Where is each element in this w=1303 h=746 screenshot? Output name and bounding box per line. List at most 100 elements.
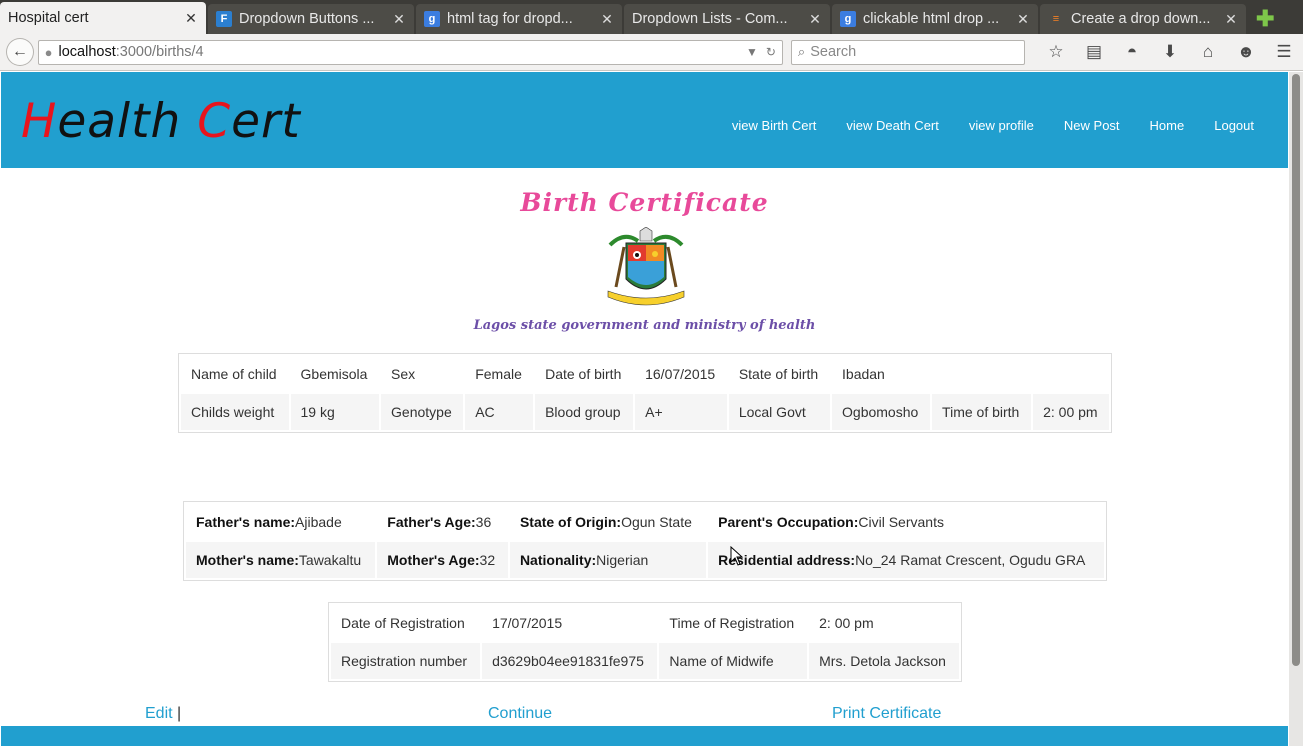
table-row: Mother's name:Tawakaltu Mother's Age:32 … bbox=[186, 542, 1104, 578]
nav-view-profile[interactable]: view profile bbox=[969, 118, 1034, 133]
print-certificate-link[interactable]: Print Certificate bbox=[832, 705, 941, 722]
url-host: localhost bbox=[58, 44, 116, 60]
table-cell: Mother's name:Tawakaltu bbox=[186, 542, 376, 578]
browser-tab[interactable]: Dropdown Lists - Com... ✕ bbox=[624, 4, 830, 34]
cell-value: 2: 00 pm bbox=[1033, 394, 1109, 430]
nav-view-death-cert[interactable]: view Death Cert bbox=[846, 118, 938, 133]
tab-title: Dropdown Buttons ... bbox=[239, 11, 375, 27]
nav-view-birth-cert[interactable]: view Birth Cert bbox=[732, 118, 817, 133]
google-icon: g bbox=[840, 11, 856, 27]
dropdown-arrow-icon[interactable]: ▼ bbox=[746, 45, 758, 59]
mouse-cursor-icon bbox=[730, 546, 744, 566]
registration-details-table: Date of Registration 17/07/2015 Time of … bbox=[328, 602, 962, 682]
nav-home[interactable]: Home bbox=[1150, 118, 1185, 133]
site-footer bbox=[1, 726, 1288, 746]
cell-value: 2: 00 pm bbox=[819, 615, 874, 631]
edit-link[interactable]: Edit bbox=[145, 705, 173, 722]
cell-value: Ibadan bbox=[842, 366, 885, 382]
reading-list-icon[interactable]: ▤ bbox=[1075, 42, 1113, 62]
chat-icon[interactable]: ☻ bbox=[1227, 42, 1265, 62]
bookmark-star-icon[interactable]: ☆ bbox=[1037, 42, 1075, 62]
site-header: Health Cert view Birth Cert view Death C… bbox=[1, 72, 1288, 168]
pocket-icon[interactable]: ◓ bbox=[1113, 42, 1151, 62]
tab-title: html tag for dropd... bbox=[447, 11, 573, 27]
cell-label: Time of Registration bbox=[669, 615, 795, 631]
cell-value: Mrs. Detola Jackson bbox=[809, 643, 959, 679]
browser-tab-bar: Hospital cert ✕ F Dropdown Buttons ... ✕… bbox=[0, 0, 1303, 34]
tab-title: clickable html drop ... bbox=[863, 11, 1000, 27]
site-nav: view Birth Cert view Death Cert view pro… bbox=[702, 118, 1254, 133]
table-row: Registration number d3629b04ee91831fe975… bbox=[331, 643, 959, 679]
url-path: :3000/births/4 bbox=[115, 44, 204, 60]
f-icon: F bbox=[216, 11, 232, 27]
google-icon: g bbox=[424, 11, 440, 27]
cell-label: Genotype bbox=[381, 394, 464, 430]
print-action: Print Certificate bbox=[832, 705, 941, 723]
stackoverflow-icon: ≡ bbox=[1052, 13, 1060, 25]
cell-value: d3629b04ee91831fe975 bbox=[482, 643, 658, 679]
nav-new-post[interactable]: New Post bbox=[1064, 118, 1120, 133]
scrollbar-thumb[interactable] bbox=[1292, 74, 1300, 666]
browser-tab[interactable]: Hospital cert ✕ bbox=[0, 2, 206, 34]
cell-label: Date of Registration bbox=[341, 615, 465, 631]
brand-text: ert bbox=[231, 94, 301, 149]
back-arrow-icon[interactable]: ← bbox=[6, 38, 34, 66]
table-row: Childs weight 19 kg Genotype AC Blood gr… bbox=[181, 394, 1109, 430]
edit-action: Edit | bbox=[145, 705, 181, 723]
close-icon[interactable]: ✕ bbox=[1224, 11, 1238, 28]
cell-value: Female bbox=[475, 366, 522, 382]
separator: | bbox=[177, 705, 182, 722]
close-icon[interactable]: ✕ bbox=[184, 10, 198, 27]
globe-icon: ● bbox=[44, 44, 53, 60]
browser-navigation-bar: ← ● localhost :3000/births/4 ▼ ↻ ⌕ Searc… bbox=[0, 34, 1303, 71]
close-icon[interactable]: ✕ bbox=[1016, 11, 1030, 28]
browser-tab[interactable]: F Dropdown Buttons ... ✕ bbox=[208, 4, 414, 34]
browser-tab[interactable]: g clickable html drop ... ✕ bbox=[832, 4, 1038, 34]
search-placeholder: Search bbox=[810, 44, 857, 60]
brand-logo[interactable]: Health Cert bbox=[21, 94, 301, 149]
cell-label: Blood group bbox=[535, 394, 634, 430]
cell-label: Name of child bbox=[191, 366, 277, 382]
close-icon[interactable]: ✕ bbox=[600, 11, 614, 28]
table-cell: Parent's Occupation:Civil Servants bbox=[718, 514, 944, 530]
certificate-title: Birth Certificate bbox=[520, 188, 769, 217]
cell-value: 16/07/2015 bbox=[645, 366, 716, 382]
continue-action: Continue bbox=[488, 705, 552, 723]
brand-letter: C bbox=[197, 94, 232, 149]
certificate-subtitle: Lagos state government and ministry of h… bbox=[473, 318, 816, 333]
home-icon[interactable]: ⌂ bbox=[1189, 42, 1227, 62]
continue-link[interactable]: Continue bbox=[488, 705, 552, 722]
brand-text: ealth bbox=[57, 94, 198, 149]
browser-tab[interactable]: g html tag for dropd... ✕ bbox=[416, 4, 622, 34]
cell-value: Gbemisola bbox=[300, 366, 368, 382]
nav-logout[interactable]: Logout bbox=[1214, 118, 1254, 133]
table-cell: Mother's Age:32 bbox=[377, 542, 508, 578]
search-input[interactable]: ⌕ Search bbox=[790, 39, 1025, 65]
new-tab-icon[interactable]: ✚ bbox=[1256, 4, 1274, 34]
lagos-crest-icon bbox=[607, 227, 685, 306]
cell-label: Local Govt bbox=[728, 394, 831, 430]
brand-letter: H bbox=[21, 94, 58, 149]
menu-icon[interactable]: ☰ bbox=[1265, 42, 1303, 62]
table-row: Father's name:Ajibade Father's Age:36 St… bbox=[186, 504, 1104, 540]
cell-label: Childs weight bbox=[181, 394, 289, 430]
table-cell: Father's Age:36 bbox=[387, 514, 492, 530]
cell-value: A+ bbox=[635, 394, 727, 430]
search-icon: ⌕ bbox=[797, 44, 806, 59]
cell-label: State of birth bbox=[738, 366, 819, 382]
close-icon[interactable]: ✕ bbox=[392, 11, 406, 28]
download-icon[interactable]: ⬇ bbox=[1151, 42, 1189, 62]
close-icon[interactable]: ✕ bbox=[808, 11, 822, 28]
cell-value: 19 kg bbox=[290, 394, 380, 430]
vertical-scrollbar[interactable] bbox=[1289, 72, 1303, 746]
table-cell: Nationality:Nigerian bbox=[509, 542, 707, 578]
tab-title: Dropdown Lists - Com... bbox=[632, 11, 788, 27]
table-cell: Residential address:No_24 Ramat Crescent… bbox=[708, 542, 1104, 578]
table-cell: Father's name:Ajibade bbox=[196, 514, 342, 530]
reload-icon[interactable]: ↻ bbox=[766, 45, 776, 59]
browser-tab[interactable]: ≡ Create a drop down... ✕ bbox=[1040, 4, 1246, 34]
table-row: Name of child Gbemisola Sex Female Date … bbox=[181, 356, 1109, 392]
url-bar[interactable]: ● localhost :3000/births/4 ▼ ↻ bbox=[37, 39, 783, 65]
cell-value: AC bbox=[465, 394, 534, 430]
table-row: Date of Registration 17/07/2015 Time of … bbox=[331, 605, 959, 641]
